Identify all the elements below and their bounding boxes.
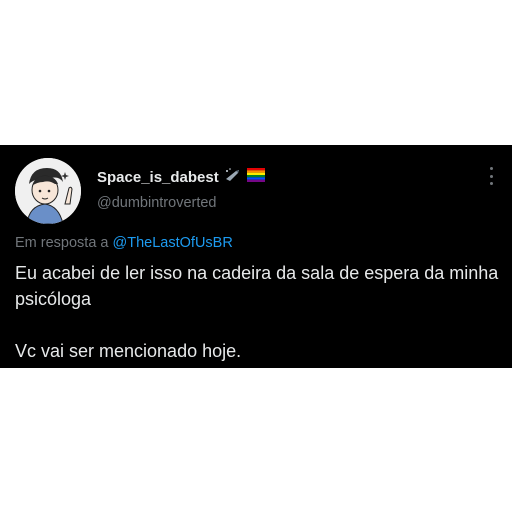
tweet-text: Eu acabei de ler isso na cadeira da sala… (15, 260, 500, 364)
tweet-card[interactable]: Space_is_dabest @dumbintroverted Em resp… (0, 145, 512, 368)
tweet-text-line-1: Eu acabei de ler isso na cadeira da sala… (15, 263, 499, 309)
sparkle-rocket-icon (224, 167, 242, 188)
reply-prefix: Em resposta a (15, 235, 109, 251)
avatar[interactable] (15, 158, 81, 224)
more-options-icon[interactable] (490, 167, 494, 185)
reply-mention-link[interactable]: @TheLastOfUsBR (113, 235, 233, 251)
rainbow-flag-icon (246, 168, 265, 187)
author-handle[interactable]: @dumbintroverted (97, 195, 217, 211)
tweet-text-line-2: Vc vai ser mencionado hoje. (15, 341, 242, 361)
display-name[interactable]: Space_is_dabest (97, 169, 219, 186)
reply-context: Em resposta a @TheLastOfUsBR (15, 235, 233, 251)
author-name-row[interactable]: Space_is_dabest (97, 167, 265, 188)
